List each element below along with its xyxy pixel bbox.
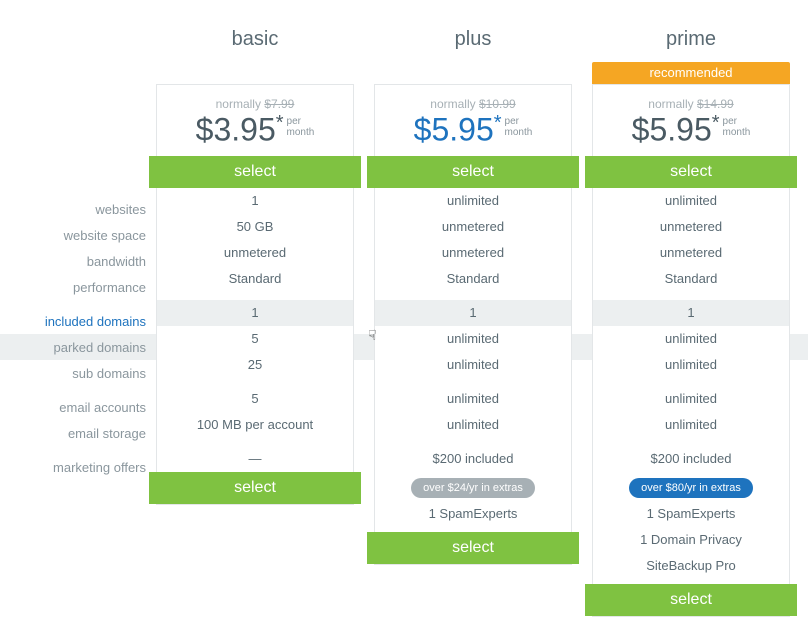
select-button-basic-top[interactable]: select bbox=[157, 156, 353, 188]
extras-pill-plus: over $24/yr in extras bbox=[411, 478, 535, 498]
feat-prime-websites: unlimited bbox=[593, 188, 789, 214]
feat-basic-email-storage: 100 MB per account bbox=[157, 412, 353, 438]
old-price-prime: $14.99 bbox=[697, 97, 734, 111]
feat-prime-bandwidth: unmetered bbox=[593, 240, 789, 266]
per-label: permonth bbox=[723, 116, 751, 138]
per-label: permonth bbox=[287, 116, 315, 138]
label-email-accounts: email accounts bbox=[0, 394, 156, 420]
feat-basic-performance: Standard bbox=[157, 266, 353, 292]
plan-title-plus: plus bbox=[374, 28, 572, 56]
feat-plus-included-domains: 1 bbox=[375, 300, 571, 326]
price-box-plus: normally $10.99 $5.95* permonth bbox=[375, 85, 571, 156]
feat-basic-parked-domains: 5 bbox=[157, 326, 353, 352]
extras-line-prime-1: 1 Domain Privacy bbox=[640, 530, 742, 550]
select-button-prime-bottom[interactable]: select bbox=[593, 584, 789, 616]
plan-title-prime: prime bbox=[592, 28, 790, 56]
feat-plus-marketing-offers: $200 included bbox=[375, 446, 571, 472]
feat-basic-included-domains: 1 bbox=[157, 300, 353, 326]
per-label: permonth bbox=[505, 116, 533, 138]
extras-line-prime-2: SiteBackup Pro bbox=[646, 556, 736, 576]
feat-prime-included-domains: 1 bbox=[593, 300, 789, 326]
recommended-badge-prime: recommended bbox=[592, 62, 790, 84]
feat-prime-email-accounts: unlimited bbox=[593, 386, 789, 412]
label-included-domains: included domains bbox=[0, 308, 156, 334]
label-performance: performance bbox=[0, 274, 156, 300]
select-button-plus-top[interactable]: select bbox=[375, 156, 571, 188]
label-sub-domains: sub domains bbox=[0, 360, 156, 386]
feat-plus-performance: Standard bbox=[375, 266, 571, 292]
old-price-plus: $10.99 bbox=[479, 97, 516, 111]
price-prime: $5.95* bbox=[632, 113, 720, 146]
extras-line-prime-0: 1 SpamExperts bbox=[647, 504, 736, 524]
feat-prime-email-storage: unlimited bbox=[593, 412, 789, 438]
feat-plus-email-storage: unlimited bbox=[375, 412, 571, 438]
price-box-basic: normally $7.99 $3.95* permonth bbox=[157, 85, 353, 156]
feat-basic-sub-domains: 25 bbox=[157, 352, 353, 378]
feat-plus-website-space: unmetered bbox=[375, 214, 571, 240]
feat-prime-parked-domains: unlimited bbox=[593, 326, 789, 352]
feat-plus-sub-domains: unlimited bbox=[375, 352, 571, 378]
label-email-storage: email storage bbox=[0, 420, 156, 446]
feat-basic-bandwidth: unmetered bbox=[157, 240, 353, 266]
label-marketing-offers: marketing offers bbox=[0, 454, 156, 480]
feat-prime-website-space: unmetered bbox=[593, 214, 789, 240]
normally-label: normally bbox=[430, 97, 475, 111]
select-button-basic-bottom[interactable]: select bbox=[157, 472, 353, 504]
feat-basic-websites: 1 bbox=[157, 188, 353, 214]
label-bandwidth: bandwidth bbox=[0, 248, 156, 274]
feat-plus-email-accounts: unlimited bbox=[375, 386, 571, 412]
price-basic: $3.95* bbox=[196, 113, 284, 146]
price-box-prime: normally $14.99 $5.95* permonth bbox=[593, 85, 789, 156]
feat-plus-parked-domains: unlimited bbox=[375, 326, 571, 352]
label-parked-domains: parked domains bbox=[0, 334, 156, 360]
select-button-prime-top[interactable]: select bbox=[593, 156, 789, 188]
feat-plus-websites: unlimited bbox=[375, 188, 571, 214]
feat-basic-marketing-offers: — bbox=[157, 446, 353, 472]
plan-basic: basic normally $7.99 $3.95* permonth sel… bbox=[156, 28, 354, 505]
select-button-plus-bottom[interactable]: select bbox=[375, 532, 571, 564]
old-price-basic: $7.99 bbox=[264, 97, 294, 111]
label-websites: websites bbox=[0, 196, 156, 222]
feat-prime-performance: Standard bbox=[593, 266, 789, 292]
extras-plus: over $24/yr in extras 1 SpamExperts bbox=[375, 472, 571, 532]
extras-line-plus-0: 1 SpamExperts bbox=[429, 504, 518, 524]
feat-prime-sub-domains: unlimited bbox=[593, 352, 789, 378]
feat-prime-marketing-offers: $200 included bbox=[593, 446, 789, 472]
normally-label: normally bbox=[648, 97, 693, 111]
plan-plus: plus normally $10.99 $5.95* permonth sel… bbox=[374, 28, 572, 565]
plan-prime: prime recommended normally $14.99 $5.95*… bbox=[592, 28, 790, 617]
pricing-table: websites website space bandwidth perform… bbox=[0, 0, 808, 617]
feat-plus-bandwidth: unmetered bbox=[375, 240, 571, 266]
feat-basic-email-accounts: 5 bbox=[157, 386, 353, 412]
feat-basic-website-space: 50 GB bbox=[157, 214, 353, 240]
extras-pill-prime: over $80/yr in extras bbox=[629, 478, 753, 498]
label-website-space: website space bbox=[0, 222, 156, 248]
price-plus: $5.95* bbox=[414, 113, 502, 146]
extras-prime: over $80/yr in extras 1 SpamExperts 1 Do… bbox=[593, 472, 789, 584]
plan-title-basic: basic bbox=[156, 28, 354, 56]
feature-labels-column: websites website space bandwidth perform… bbox=[0, 28, 156, 480]
normally-label: normally bbox=[216, 97, 261, 111]
